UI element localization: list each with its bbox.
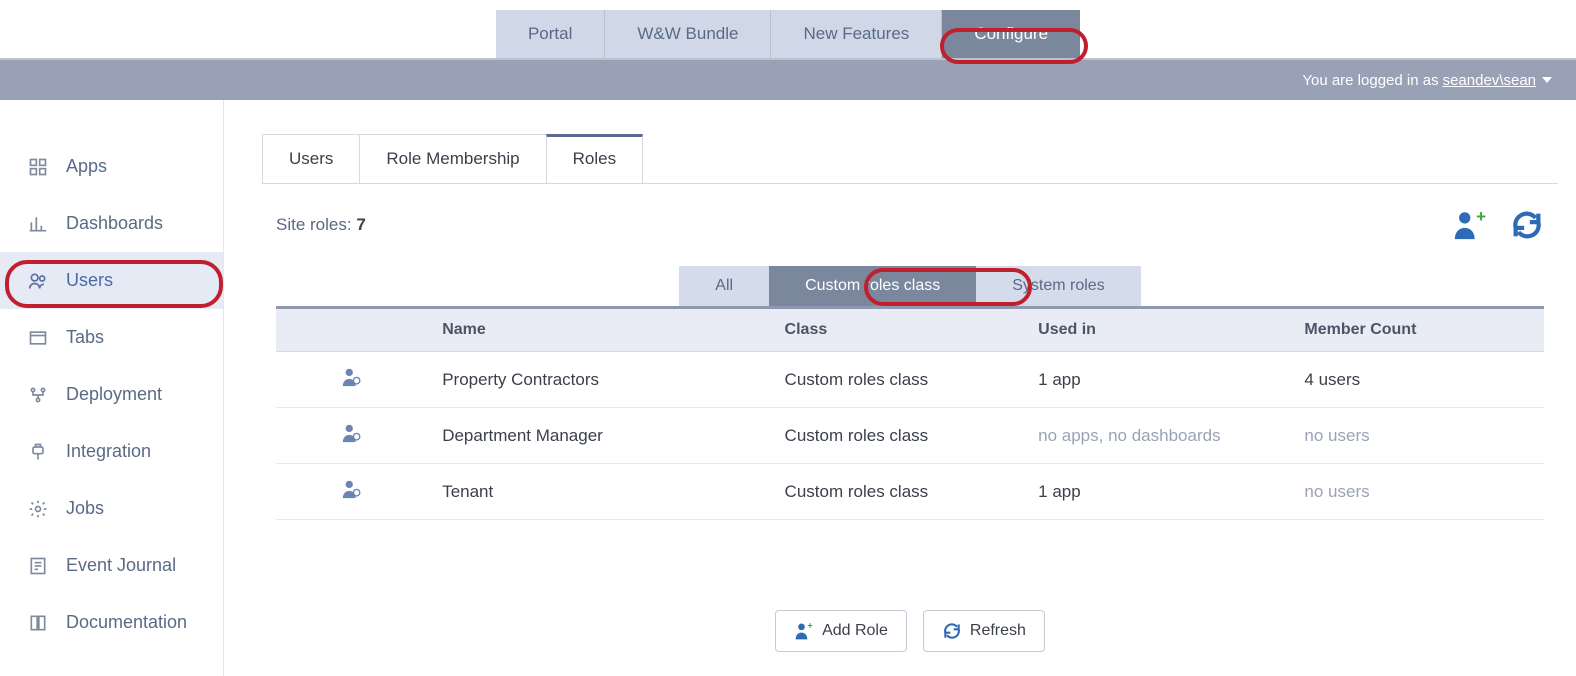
th-membercount[interactable]: Member Count	[1290, 308, 1544, 352]
svg-text:+: +	[807, 621, 812, 631]
th-name[interactable]: Name	[428, 308, 770, 352]
cell-name: Department Manager	[428, 408, 770, 464]
eventjournal-icon	[28, 556, 48, 576]
sidebar-label-users: Users	[66, 270, 113, 291]
cell-class: Custom roles class	[771, 352, 1025, 408]
site-roles-count: 7	[356, 215, 365, 234]
table-row[interactable]: Department ManagerCustom roles classno a…	[276, 408, 1544, 464]
filter-tabs: All Custom roles class System roles	[679, 266, 1140, 306]
sidebar-label-eventjournal: Event Journal	[66, 555, 176, 576]
sidebar-item-documentation[interactable]: Documentation	[0, 594, 223, 651]
topnav-bundle[interactable]: W&W Bundle	[605, 10, 771, 58]
user-bar: You are logged in as seandev\sean	[0, 60, 1576, 100]
filter-custom[interactable]: Custom roles class	[769, 266, 976, 306]
sidebar-item-tabs[interactable]: Tabs	[0, 309, 223, 366]
login-user-link[interactable]: seandev\sean	[1443, 72, 1536, 89]
caret-down-icon[interactable]	[1542, 77, 1552, 83]
sidebar: Apps Dashboards Users Tabs Deployment	[0, 100, 224, 676]
apps-icon	[28, 157, 48, 177]
integration-icon	[28, 442, 48, 462]
users-icon	[28, 271, 48, 291]
topnav-features[interactable]: New Features	[771, 10, 942, 58]
main-tabs: Users Role Membership Roles	[262, 134, 1558, 184]
sidebar-label-documentation: Documentation	[66, 612, 187, 633]
role-row-icon	[276, 352, 428, 408]
filter-all[interactable]: All	[679, 266, 769, 306]
sidebar-item-dashboards[interactable]: Dashboards	[0, 195, 223, 252]
cell-class: Custom roles class	[771, 408, 1025, 464]
roles-card: Site roles: 7 + All Custom roles class S…	[262, 184, 1558, 676]
sidebar-label-integration: Integration	[66, 441, 151, 462]
svg-text:+: +	[1476, 208, 1486, 226]
login-prefix: You are logged in as	[1302, 72, 1438, 89]
th-icon	[276, 308, 428, 352]
cell-membercount: no users	[1290, 464, 1544, 520]
cell-usedin: 1 app	[1024, 464, 1290, 520]
top-nav: Portal W&W Bundle New Features Configure	[0, 0, 1576, 60]
content-area: Users Role Membership Roles Site roles: …	[224, 100, 1576, 676]
add-role-icon[interactable]: +	[1452, 208, 1486, 242]
roles-table: Name Class Used in Member Count Property…	[276, 306, 1544, 520]
sidebar-item-jobs[interactable]: Jobs	[0, 480, 223, 537]
cell-membercount: no users	[1290, 408, 1544, 464]
jobs-icon	[28, 499, 48, 519]
cell-class: Custom roles class	[771, 464, 1025, 520]
cell-membercount: 4 users	[1290, 352, 1544, 408]
tab-roles[interactable]: Roles	[546, 134, 643, 183]
table-row[interactable]: Property ContractorsCustom roles class1 …	[276, 352, 1544, 408]
add-role-label: Add Role	[822, 622, 888, 640]
sidebar-label-jobs: Jobs	[66, 498, 104, 519]
sidebar-item-apps[interactable]: Apps	[0, 138, 223, 195]
refresh-button[interactable]: Refresh	[923, 610, 1045, 652]
topnav-portal[interactable]: Portal	[496, 10, 605, 58]
sidebar-label-dashboards: Dashboards	[66, 213, 163, 234]
add-role-button[interactable]: + Add Role	[775, 610, 907, 652]
sidebar-item-integration[interactable]: Integration	[0, 423, 223, 480]
tab-users[interactable]: Users	[262, 134, 360, 183]
role-row-icon	[276, 408, 428, 464]
tab-rolemembership[interactable]: Role Membership	[359, 134, 546, 183]
deployment-icon	[28, 385, 48, 405]
th-usedin[interactable]: Used in	[1024, 308, 1290, 352]
refresh-label: Refresh	[970, 622, 1026, 640]
sidebar-label-tabs: Tabs	[66, 327, 104, 348]
th-class[interactable]: Class	[771, 308, 1025, 352]
dashboards-icon	[28, 214, 48, 234]
sidebar-label-deployment: Deployment	[66, 384, 162, 405]
role-row-icon	[276, 464, 428, 520]
sidebar-item-eventjournal[interactable]: Event Journal	[0, 537, 223, 594]
refresh-icon[interactable]	[1510, 208, 1544, 242]
cell-usedin: 1 app	[1024, 352, 1290, 408]
sidebar-item-users[interactable]: Users	[0, 252, 223, 309]
sidebar-item-deployment[interactable]: Deployment	[0, 366, 223, 423]
table-row[interactable]: TenantCustom roles class1 appno users	[276, 464, 1544, 520]
site-roles-label: Site roles: 7	[276, 215, 366, 235]
filter-system[interactable]: System roles	[976, 266, 1140, 306]
tabs-icon	[28, 328, 48, 348]
cell-usedin: no apps, no dashboards	[1024, 408, 1290, 464]
site-roles-text: Site roles:	[276, 215, 356, 234]
sidebar-label-apps: Apps	[66, 156, 107, 177]
cell-name: Property Contractors	[428, 352, 770, 408]
documentation-icon	[28, 613, 48, 633]
cell-name: Tenant	[428, 464, 770, 520]
topnav-configure[interactable]: Configure	[942, 10, 1080, 58]
